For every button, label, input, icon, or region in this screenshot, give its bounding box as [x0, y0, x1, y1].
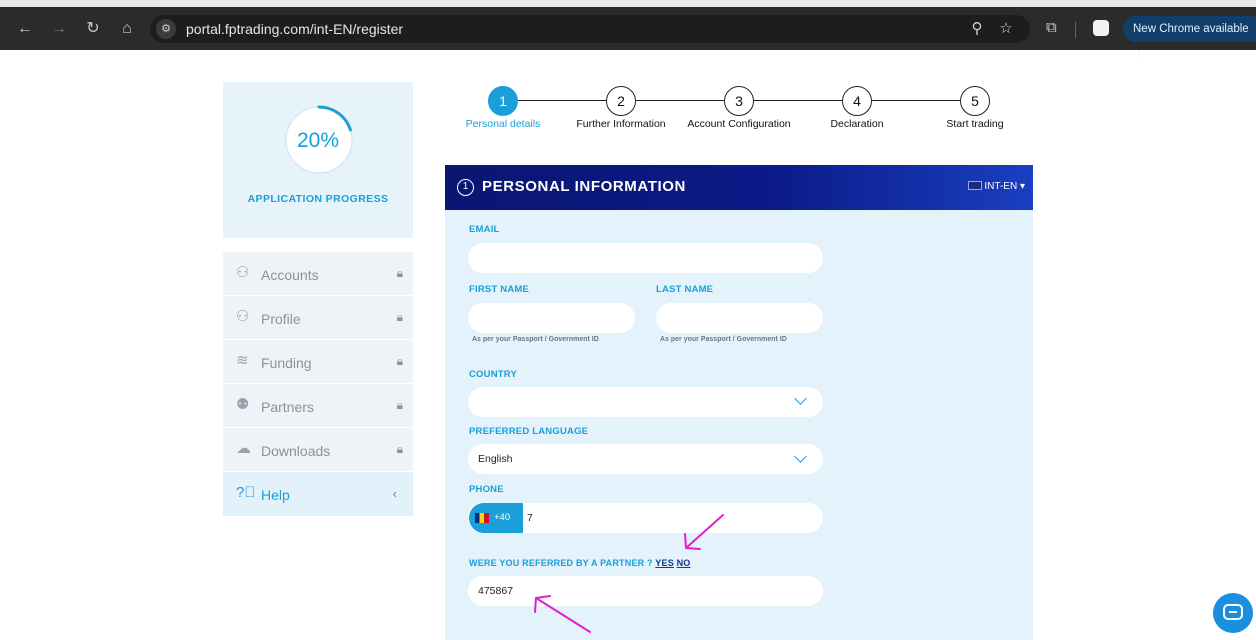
- email-field[interactable]: [468, 243, 823, 273]
- step-connector: [518, 100, 606, 101]
- lock-icon: 🔒︎: [396, 354, 403, 368]
- sidebar-item-profile[interactable]: ⚇ Profile 🔒︎: [223, 296, 413, 340]
- sidebar-item-downloads[interactable]: ☁ Downloads 🔒︎: [223, 428, 413, 472]
- form-header: 1 PERSONAL INFORMATION INT-EN ▾: [445, 165, 1033, 210]
- sidebar-item-label: Downloads: [261, 443, 331, 459]
- profile-avatar[interactable]: [1093, 20, 1109, 36]
- browser-toolbar: ← → ↻ ⌂ ⚙ portal.fptrading.com/int-EN/re…: [0, 0, 1256, 61]
- bookmark-star-icon[interactable]: ☆: [996, 19, 1016, 39]
- phone-number-value: 7: [527, 512, 533, 524]
- chevron-down-icon: [794, 450, 807, 463]
- referral-question: WERE YOU REFERRED BY A PARTNER ? YES NO: [469, 558, 691, 568]
- lock-icon: 🔒︎: [396, 266, 403, 280]
- step-4-circle[interactable]: 4: [842, 86, 872, 116]
- country-select[interactable]: [468, 387, 823, 417]
- chevron-left-icon[interactable]: ‹: [393, 486, 397, 501]
- preferred-language-select[interactable]: English: [468, 444, 823, 474]
- email-label: EMAIL: [469, 224, 500, 235]
- sidebar-item-label: Partners: [261, 399, 314, 415]
- step-1-label: Personal details: [465, 118, 541, 130]
- sidebar-item-partners[interactable]: ⚉ Partners 🔒︎: [223, 384, 413, 428]
- live-chat-button[interactable]: [1213, 593, 1253, 633]
- sidebar-item-label: Funding: [261, 355, 312, 371]
- last-name-label: LAST NAME: [656, 284, 714, 295]
- sidebar-menu: ⚇ Accounts 🔒︎ ⚇ Profile 🔒︎ ≋ Funding 🔒︎ …: [223, 252, 413, 516]
- reload-icon[interactable]: ↻: [82, 18, 104, 40]
- step-connector: [872, 100, 960, 101]
- question-icon: ?⃝: [236, 484, 256, 501]
- zoom-icon[interactable]: ⚲: [967, 19, 987, 39]
- language-selector-label: INT-EN: [984, 181, 1018, 192]
- cloud-download-icon: ☁: [236, 440, 251, 457]
- language-selector[interactable]: INT-EN ▾: [968, 181, 1025, 192]
- chat-icon: [1223, 604, 1243, 620]
- referral-no-link[interactable]: NO: [677, 558, 691, 568]
- section-number-badge: 1: [457, 179, 474, 196]
- forward-icon[interactable]: →: [48, 18, 70, 40]
- first-name-field[interactable]: [468, 303, 635, 333]
- annotation-arrow-referral-links: [684, 514, 724, 550]
- sidebar-item-label: Help: [261, 487, 290, 503]
- sidebar-item-funding[interactable]: ≋ Funding 🔒︎: [223, 340, 413, 384]
- registration-stepper: 1 2 3 4 5 Personal details Further Infor…: [460, 86, 1020, 136]
- sidebar-item-accounts[interactable]: ⚇ Accounts 🔒︎: [223, 252, 413, 296]
- step-connector: [754, 100, 842, 101]
- progress-percent: 20%: [296, 129, 340, 152]
- lock-icon: 🔒︎: [396, 398, 403, 412]
- step-1-circle[interactable]: 1: [488, 86, 518, 116]
- lock-icon: 🔒︎: [396, 310, 403, 324]
- sidebar-item-help[interactable]: ?⃝ Help ‹: [223, 472, 413, 516]
- country-label: COUNTRY: [469, 369, 518, 380]
- site-info-icon[interactable]: ⚙: [156, 19, 176, 39]
- last-name-field[interactable]: [656, 303, 823, 333]
- step-4-label: Declaration: [830, 118, 884, 130]
- step-3-circle[interactable]: 3: [724, 86, 754, 116]
- partner-referral-field[interactable]: 475867: [468, 576, 823, 606]
- flag-icon: [968, 181, 983, 190]
- user-icon: ⚇: [236, 264, 250, 281]
- chrome-update-label: New Chrome available: [1133, 23, 1249, 35]
- referral-question-text: WERE YOU REFERRED BY A PARTNER ?: [469, 558, 653, 568]
- step-3-label: Account Configuration: [687, 118, 791, 130]
- application-progress-card: 20% APPLICATION PROGRESS: [223, 82, 413, 238]
- kebab-menu-icon[interactable]: ⋮: [1133, 49, 1145, 61]
- section-title: PERSONAL INFORMATION: [482, 178, 686, 195]
- phone-country-code-select[interactable]: +40: [469, 503, 523, 533]
- phone-country-code: +40: [494, 512, 511, 523]
- personal-information-form: 1 PERSONAL INFORMATION INT-EN ▾ EMAIL FI…: [445, 165, 1033, 640]
- sidebar-item-label: Profile: [261, 311, 301, 327]
- back-icon[interactable]: ←: [14, 18, 36, 40]
- annotation-arrow-referral-code: [534, 595, 591, 633]
- address-bar[interactable]: ⚙ portal.fptrading.com/int-EN/register ⚲…: [150, 15, 1030, 43]
- step-2-circle[interactable]: 2: [606, 86, 636, 116]
- lock-icon: 🔒︎: [396, 442, 403, 456]
- phone-label: PHONE: [469, 484, 504, 495]
- step-connector: [636, 100, 724, 101]
- partners-icon: ⚉: [236, 396, 250, 413]
- chrome-update-button[interactable]: New Chrome available ⋮: [1123, 16, 1256, 61]
- last-name-hint: As per your Passport / Government ID: [660, 336, 787, 343]
- first-name-hint: As per your Passport / Government ID: [472, 336, 599, 343]
- romania-flag-icon: [475, 513, 489, 523]
- progress-title: APPLICATION PROGRESS: [247, 193, 389, 205]
- partner-referral-value: 475867: [478, 585, 514, 597]
- user-plus-icon: ⚇: [236, 308, 250, 325]
- first-name-label: FIRST NAME: [469, 284, 530, 295]
- step-5-circle[interactable]: 5: [960, 86, 990, 116]
- home-icon[interactable]: ⌂: [116, 18, 138, 40]
- step-2-label: Further Information: [576, 118, 666, 130]
- sidebar-item-label: Accounts: [261, 267, 319, 283]
- toolbar-divider: [1075, 22, 1076, 38]
- step-5-label: Start trading: [946, 118, 1004, 130]
- preferred-language-label: PREFERRED LANGUAGE: [469, 426, 589, 437]
- url-text[interactable]: portal.fptrading.com/int-EN/register: [186, 21, 403, 37]
- referral-yes-link[interactable]: YES: [655, 558, 674, 568]
- coins-icon: ≋: [236, 352, 249, 369]
- chevron-down-icon: [794, 392, 807, 405]
- extensions-icon[interactable]: ⧉: [1046, 19, 1057, 36]
- preferred-language-value: English: [478, 453, 513, 465]
